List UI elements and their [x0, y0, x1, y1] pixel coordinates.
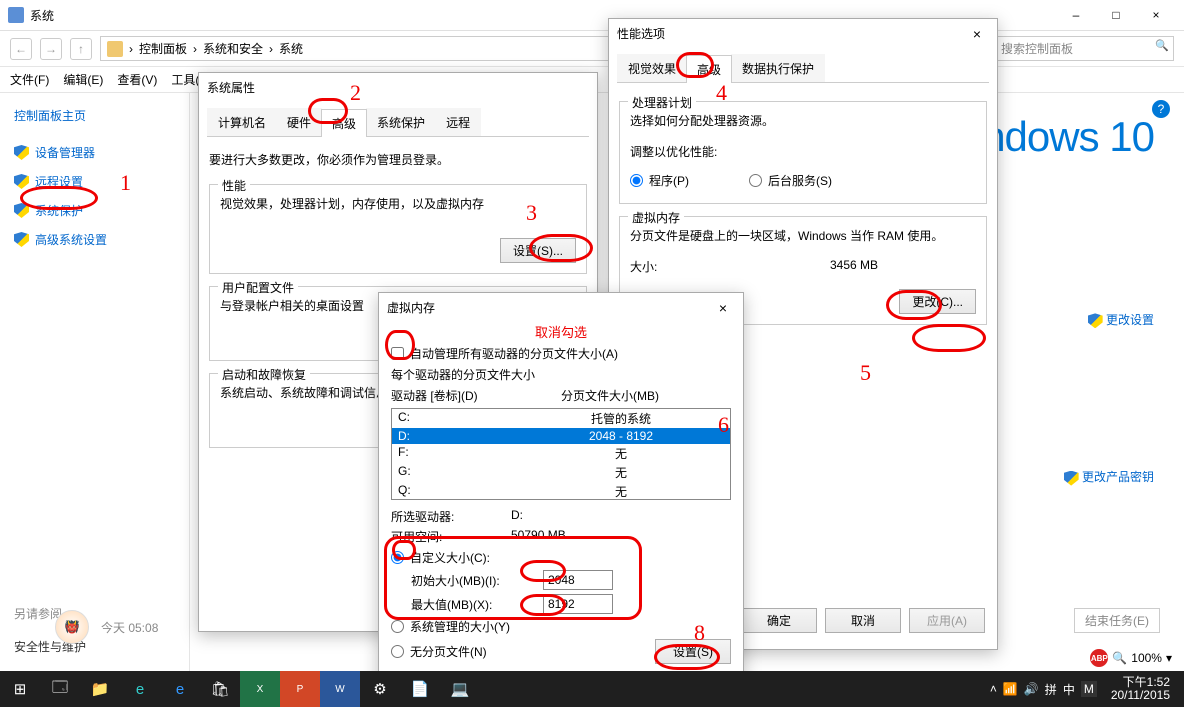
sidebar-item-advanced[interactable]: 高级系统设置	[14, 231, 175, 248]
annot-circle-max	[520, 594, 566, 616]
close-icon[interactable]: ×	[711, 300, 735, 316]
clock[interactable]: 下午1:5220/11/2015	[1103, 676, 1178, 702]
annot-circle-8	[654, 644, 720, 670]
search-input[interactable]: 搜索控制面板	[994, 36, 1174, 61]
folder-icon	[107, 41, 123, 57]
start-button[interactable]: ⊞	[0, 671, 40, 707]
shield-icon	[14, 232, 29, 247]
up-button[interactable]: ↑	[70, 38, 92, 60]
radio-system-managed[interactable]: 系统管理的大小(Y)	[391, 618, 731, 635]
network-icon[interactable]: 📶	[1003, 682, 1018, 696]
annot-circle-custom	[392, 540, 416, 560]
app-icon[interactable]: ⚙	[360, 671, 400, 707]
zoom-control[interactable]: ABP🔍100%▾	[1090, 649, 1172, 667]
virtual-memory-dialog: 虚拟内存× 取消勾选 自动管理所有驱动器的分页文件大小(A) 每个驱动器的分页文…	[378, 292, 744, 690]
close-icon[interactable]: ×	[965, 26, 989, 42]
selected-drive: D:	[511, 508, 523, 525]
abp-icon: ABP	[1090, 649, 1108, 667]
annot-circle-3	[529, 234, 593, 262]
drive-row: F:无	[392, 444, 730, 463]
app-icon[interactable]: 💻	[440, 671, 480, 707]
titlebar: 系统 – □ ×	[0, 0, 1184, 31]
address-toolbar: ← → ↑ ›控制面板 ›系统和安全 ›系统 搜索控制面板	[0, 31, 1184, 67]
note-cancel: 取消勾选	[391, 322, 731, 341]
ie-icon[interactable]: e	[160, 671, 200, 707]
sidebar-item-devmgr[interactable]: 设备管理器	[14, 144, 175, 161]
drive-row: D:2048 - 8192	[392, 428, 730, 444]
change-settings-link[interactable]: 更改设置	[1088, 313, 1154, 327]
shield-icon	[14, 145, 29, 160]
sidebar-title[interactable]: 控制面板主页	[14, 107, 175, 124]
drive-row: Q:无	[392, 482, 730, 500]
avail-space: 50790 MB	[511, 528, 566, 545]
edge-icon[interactable]: e	[120, 671, 160, 707]
close-button[interactable]: ×	[1136, 4, 1176, 26]
annot-circle-5	[912, 324, 986, 352]
system-icon	[8, 7, 24, 23]
ime-icon[interactable]: 拼	[1045, 681, 1057, 698]
word-icon[interactable]: W	[320, 671, 360, 707]
radio-no-paging[interactable]: 无分页文件(N)	[391, 643, 655, 660]
shield-icon	[14, 174, 29, 189]
drive-row: G:无	[392, 463, 730, 482]
radio-programs[interactable]: 程序(P)	[630, 172, 689, 189]
shield-icon	[1064, 471, 1079, 486]
annot-circle-1	[20, 186, 98, 210]
admin-note: 要进行大多数更改，你必须作为管理员登录。	[199, 137, 597, 172]
taskbar: ⊞ 🗔 📁 e e 🛍 X P W ⚙ 📄 💻 ˄ 📶 🔊 拼 中 M 下午1:…	[0, 671, 1184, 707]
tray-icon[interactable]: M	[1081, 681, 1097, 697]
auto-manage-checkbox[interactable]: 自动管理所有驱动器的分页文件大小(A)	[391, 345, 731, 362]
perfopt-title: 性能选项	[617, 25, 965, 42]
windows-10-brand: ndows 10	[982, 113, 1154, 161]
tray-chevron-icon[interactable]: ˄	[990, 682, 997, 696]
system-tray: ˄ 📶 🔊 拼 中 M 下午1:5220/11/2015	[990, 676, 1184, 702]
back-button[interactable]: ←	[10, 38, 32, 60]
tab-computer[interactable]: 计算机名	[207, 108, 277, 136]
radio-services[interactable]: 后台服务(S)	[749, 172, 832, 189]
annot-circle-4	[676, 52, 714, 78]
drive-row: C:托管的系统	[392, 409, 730, 428]
ime-icon[interactable]: 中	[1063, 681, 1075, 698]
shield-icon	[1088, 313, 1103, 328]
drive-list[interactable]: C:托管的系统 D:2048 - 8192 F:无 G:无 Q:无	[391, 408, 731, 500]
maximize-button[interactable]: □	[1096, 4, 1136, 26]
volume-icon[interactable]: 🔊	[1024, 682, 1039, 696]
tab-dep[interactable]: 数据执行保护	[731, 54, 825, 82]
store-icon[interactable]: 🛍	[200, 671, 240, 707]
tab-remote[interactable]: 远程	[435, 108, 481, 136]
forward-button[interactable]: →	[40, 38, 62, 60]
chat-row: 👹 今天 05:08	[55, 610, 158, 644]
cancel-button[interactable]: 取消	[825, 608, 901, 633]
vm-title: 虚拟内存	[387, 299, 711, 316]
end-task-button[interactable]: 结束任务(E)	[1074, 608, 1160, 633]
annot-circle-2	[308, 98, 348, 124]
excel-icon[interactable]: X	[240, 671, 280, 707]
apply-button[interactable]: 应用(A)	[909, 608, 985, 633]
annot-circle-6	[385, 330, 415, 360]
ok-button[interactable]: 确定	[741, 608, 817, 633]
explorer-icon[interactable]: 📁	[80, 671, 120, 707]
avatar: 👹	[55, 610, 89, 644]
change-key-link[interactable]: 更改产品密钥	[1064, 470, 1154, 484]
menu-edit[interactable]: 编辑(E)	[63, 71, 103, 88]
taskview-icon[interactable]: 🗔	[40, 671, 80, 707]
annot-circle-mb	[886, 290, 942, 320]
help-icon[interactable]: ?	[1152, 100, 1170, 118]
sidebar: 控制面板主页 设备管理器 远程设置 系统保护 高级系统设置 另请参阅 安全性与维…	[0, 93, 190, 675]
menu-view[interactable]: 查看(V)	[117, 71, 157, 88]
dlg-title: 系统属性	[207, 79, 589, 96]
powerpoint-icon[interactable]: P	[280, 671, 320, 707]
performance-group: 性能 视觉效果，处理器计划，内存使用，以及虚拟内存 设置(S)...	[209, 184, 587, 274]
scheduler-group: 处理器计划 选择如何分配处理器资源。 调整以优化性能: 程序(P) 后台服务(S…	[619, 101, 987, 204]
minimize-button[interactable]: –	[1056, 4, 1096, 26]
tab-protection[interactable]: 系统保护	[366, 108, 436, 136]
app-icon[interactable]: 📄	[400, 671, 440, 707]
menu-file[interactable]: 文件(F)	[10, 71, 49, 88]
annot-circle-init	[520, 560, 566, 582]
vm-size-value: 3456 MB	[830, 258, 878, 275]
